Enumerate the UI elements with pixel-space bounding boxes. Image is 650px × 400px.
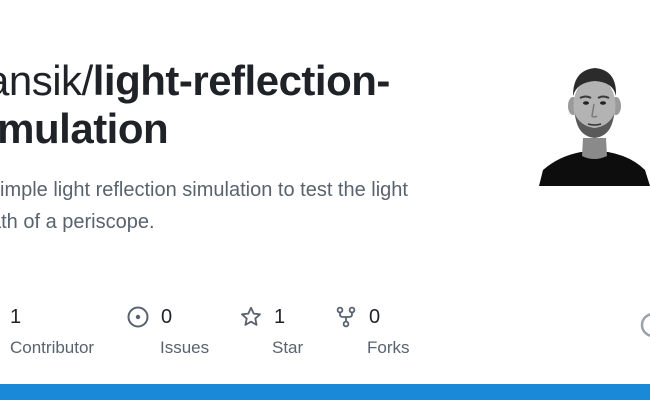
repo-forked-icon [335, 306, 357, 328]
description-line-2: ath of a periscope. [0, 211, 155, 233]
language-bar [0, 384, 650, 400]
stars-count: 1 [274, 305, 286, 328]
star-icon [240, 306, 262, 328]
github-logo-icon [640, 312, 650, 338]
owner-avatar[interactable] [539, 60, 650, 186]
stars-label: Star [272, 338, 304, 357]
repo-name-continued: imulation [0, 105, 169, 152]
forks-label: Forks [367, 338, 410, 357]
contributors-label: Contributor [10, 338, 95, 357]
repo-separator: / [81, 57, 94, 104]
stat-forks[interactable]: 0 Forks [335, 300, 410, 358]
issues-label: Issues [160, 338, 210, 357]
stat-stars[interactable]: 1 Star [240, 300, 303, 358]
issue-opened-icon [127, 306, 149, 328]
repo-description: simple light reflection simulation to te… [0, 174, 490, 238]
contributors-count: 1 [10, 305, 22, 328]
stat-issues[interactable]: 0 Issues [127, 300, 209, 358]
description-line-1: simple light reflection simulation to te… [0, 179, 408, 201]
repo-social-card: ansik/light-reflection-imulation simple … [0, 0, 650, 400]
repo-owner: ansik [0, 57, 82, 104]
issues-count: 0 [161, 305, 173, 328]
repo-name: light-reflection- [92, 57, 391, 104]
forks-count: 0 [369, 305, 381, 328]
stat-contributors[interactable]: 1 Contributor [0, 300, 94, 358]
repo-title[interactable]: ansik/light-reflection-imulation [0, 57, 456, 153]
